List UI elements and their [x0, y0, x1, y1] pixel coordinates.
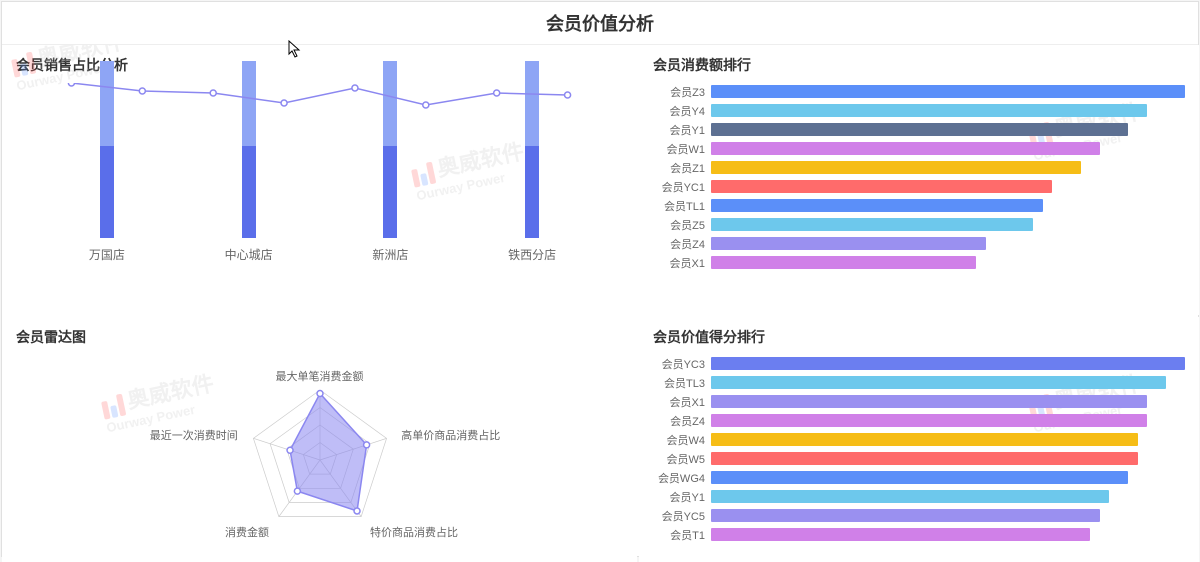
rank-label: 会员YC5	[653, 508, 711, 524]
rank-label: 会员TL1	[653, 198, 711, 214]
rank-label: 会员Z1	[653, 160, 711, 176]
panel-value-rank: 奥威软件Ourway Power 会员价值得分排行 会员YC3会员TL3会员X1…	[639, 317, 1199, 562]
rank-row[interactable]: 会员X1	[653, 393, 1185, 410]
rank-row[interactable]: 会员YC1	[653, 178, 1185, 195]
rank-row[interactable]: 会员Z5	[653, 216, 1185, 233]
rank-bar	[711, 123, 1128, 136]
radar-axis-label: 高单价商品消费占比	[401, 427, 500, 443]
rank-row[interactable]: 会员Y4	[653, 102, 1185, 119]
rank-label: 会员YC3	[653, 356, 711, 372]
rank-row[interactable]: 会员T1	[653, 526, 1185, 543]
hrank-consumption[interactable]: 会员Z3 会员Y4 会员Y1 会员W1 会员Z1 会员YC1 会员TL1 会员Z5 会员Z4 会员…	[653, 83, 1185, 271]
combo-category-label: 中心城店	[225, 246, 273, 263]
rank-bar	[711, 528, 1090, 541]
rank-row[interactable]: 会员W5	[653, 450, 1185, 467]
rank-bar	[711, 490, 1109, 503]
rank-label: 会员W4	[653, 432, 711, 448]
combo-column[interactable]: 铁西分店	[461, 61, 603, 263]
combo-category-label: 铁西分店	[508, 246, 556, 263]
rank-bar	[711, 199, 1043, 212]
rank-label: 会员X1	[653, 394, 711, 410]
rank-bar	[711, 452, 1138, 465]
rank-label: 会员WG4	[653, 470, 711, 486]
rank-row[interactable]: 会员WG4	[653, 469, 1185, 486]
rank-bar	[711, 471, 1128, 484]
panel-consumption-rank: 奥威软件Ourway Power 会员消费额排行 会员Z3会员Y4会员Y1会员W…	[639, 45, 1199, 315]
radar-axis-label: 消费金额	[225, 524, 269, 540]
radar-chart[interactable]: 最大单笔消费金额高单价商品消费占比特价商品消费占比 消费金额 最近一次消费时间	[16, 355, 623, 555]
rank-row[interactable]: 会员YC5	[653, 507, 1185, 524]
radar-axis-label: 最大单笔消费金额	[276, 368, 364, 384]
rank-label: 会员Y1	[653, 122, 711, 138]
rank-label: 会员TL3	[653, 375, 711, 391]
panel-sales-ratio: 奥威软件Ourway Power 奥威软件Ourway Power 会员销售占比…	[2, 45, 637, 315]
rank-row[interactable]: 会员Y1	[653, 121, 1185, 138]
rank-row[interactable]: 会员X1	[653, 254, 1185, 271]
rank-bar	[711, 161, 1081, 174]
rank-bar	[711, 376, 1166, 389]
rank-row[interactable]: 会员TL1	[653, 197, 1185, 214]
dashboard: 会员价值分析 奥威软件Ourway Power 奥威软件Ourway Power…	[1, 1, 1199, 557]
rank-bar	[711, 256, 976, 269]
rank-row[interactable]: 会员Z1	[653, 159, 1185, 176]
rank-bar	[711, 414, 1147, 427]
rank-row[interactable]: 会员YC3	[653, 355, 1185, 372]
rank-bar	[711, 85, 1185, 98]
rank-bar	[711, 433, 1138, 446]
combo-column[interactable]: 万国店	[36, 61, 178, 263]
rank-label: 会员YC1	[653, 179, 711, 195]
page-title: 会员价值分析	[2, 2, 1198, 45]
rank-label: 会员X1	[653, 255, 711, 271]
rank-row[interactable]: 会员W4	[653, 431, 1185, 448]
rank-row[interactable]: 会员W1	[653, 140, 1185, 157]
rank-bar	[711, 509, 1100, 522]
rank-bar	[711, 104, 1147, 117]
rank-label: 会员Z4	[653, 236, 711, 252]
rank-bar	[711, 218, 1033, 231]
combo-chart[interactable]: 万国店 中心城店 新洲店 铁西分店	[36, 83, 603, 293]
rank-row[interactable]: 会员Y1	[653, 488, 1185, 505]
rank-label: 会员Y1	[653, 489, 711, 505]
rank-label: 会员Z4	[653, 413, 711, 429]
radar-axis-label: 特价商品消费占比	[370, 524, 458, 540]
rank-label: 会员W1	[653, 141, 711, 157]
rank-bar	[711, 395, 1147, 408]
rank-row[interactable]: 会员Z4	[653, 412, 1185, 429]
rank-bar	[711, 237, 986, 250]
rank-row[interactable]: 会员Z4	[653, 235, 1185, 252]
hrank-value[interactable]: 会员YC3 会员TL3 会员X1 会员Z4 会员W4 会员W5 会员WG4 会员Y1 会员YC5…	[653, 355, 1185, 543]
rank-label: 会员Z3	[653, 84, 711, 100]
combo-category-label: 新洲店	[372, 246, 408, 263]
radar-axis-label: 最近一次消费时间	[150, 427, 238, 443]
panel-title-consumption: 会员消费额排行	[653, 55, 1185, 75]
rank-label: 会员T1	[653, 527, 711, 543]
rank-label: 会员Y4	[653, 103, 711, 119]
combo-column[interactable]: 新洲店	[320, 61, 462, 263]
rank-bar	[711, 357, 1185, 370]
rank-row[interactable]: 会员TL3	[653, 374, 1185, 391]
rank-row[interactable]: 会员Z3	[653, 83, 1185, 100]
rank-bar	[711, 180, 1052, 193]
panel-title-radar: 会员雷达图	[16, 327, 623, 347]
panel-title-value: 会员价值得分排行	[653, 327, 1185, 347]
rank-bar	[711, 142, 1100, 155]
panel-radar: 奥威软件Ourway Power 会员雷达图 最大单笔消费金额高单价商品消费占比…	[2, 317, 637, 562]
combo-column[interactable]: 中心城店	[178, 61, 320, 263]
rank-label: 会员W5	[653, 451, 711, 467]
rank-label: 会员Z5	[653, 217, 711, 233]
combo-category-label: 万国店	[89, 246, 125, 263]
